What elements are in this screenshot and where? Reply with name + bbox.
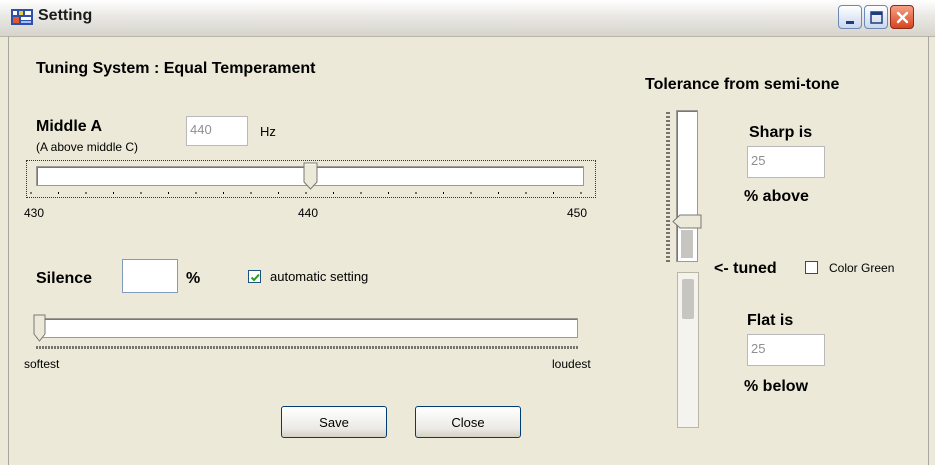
app-icon bbox=[10, 7, 34, 27]
color-green-checkbox[interactable] bbox=[805, 261, 818, 274]
middle-a-max-label: 450 bbox=[567, 206, 588, 220]
automatic-setting-label: automatic setting bbox=[270, 269, 369, 284]
flat-scroll-thumb[interactable] bbox=[682, 279, 694, 319]
flat-percent-field[interactable]: 25 bbox=[747, 334, 825, 366]
middle-a-slider-thumb[interactable] bbox=[303, 162, 319, 190]
flat-tolerance-scrollbar[interactable] bbox=[677, 272, 699, 428]
hz-unit-label: Hz bbox=[260, 124, 276, 139]
close-window-button[interactable] bbox=[890, 5, 914, 29]
middle-a-mid-label: 440 bbox=[298, 206, 319, 220]
flat-unit-label: % below bbox=[744, 378, 809, 395]
close-icon bbox=[896, 11, 909, 24]
maximize-icon bbox=[870, 11, 883, 24]
sharp-tolerance-thumb[interactable] bbox=[672, 214, 702, 230]
sharp-unit-label: % above bbox=[744, 188, 809, 205]
middle-a-hz-field[interactable]: 440 bbox=[186, 116, 248, 146]
silence-min-label: softest bbox=[24, 357, 60, 371]
silence-slider-track[interactable] bbox=[36, 318, 578, 338]
silence-label: Silence bbox=[36, 270, 93, 287]
sharp-percent-field[interactable]: 25 bbox=[747, 146, 825, 178]
title-bar[interactable]: Setting bbox=[0, 0, 935, 37]
close-button[interactable]: Close bbox=[415, 406, 521, 438]
tuned-label: <- tuned bbox=[714, 260, 777, 277]
window-title: Setting bbox=[38, 7, 93, 24]
color-green-label: Color Green bbox=[829, 261, 895, 275]
minimize-icon bbox=[846, 21, 854, 24]
sharp-is-label: Sharp is bbox=[749, 124, 813, 141]
silence-unit-label: % bbox=[186, 270, 201, 287]
maximize-button[interactable] bbox=[864, 5, 888, 29]
middle-a-min-label: 430 bbox=[24, 206, 45, 220]
flat-is-label: Flat is bbox=[747, 312, 794, 329]
tolerance-ticks bbox=[666, 112, 670, 262]
silence-field[interactable] bbox=[122, 259, 178, 293]
sharp-tolerance-fill bbox=[681, 230, 693, 258]
tolerance-title: Tolerance from semi-tone bbox=[645, 76, 840, 93]
settings-window: Setting Tuning System : Equal Temperamen… bbox=[0, 0, 935, 465]
silence-slider-thumb[interactable] bbox=[33, 314, 47, 342]
automatic-setting-checkbox[interactable] bbox=[248, 270, 261, 283]
client-area bbox=[8, 36, 929, 465]
save-button[interactable]: Save bbox=[281, 406, 387, 438]
silence-ticks bbox=[36, 346, 578, 349]
minimize-button[interactable] bbox=[838, 5, 862, 29]
middle-a-sublabel: (A above middle C) bbox=[36, 140, 139, 154]
middle-a-label: Middle A bbox=[36, 118, 103, 135]
middle-a-ticks bbox=[30, 192, 582, 194]
checkmark-icon bbox=[250, 273, 260, 282]
tuning-system-label: Tuning System : Equal Temperament bbox=[36, 60, 316, 77]
silence-max-label: loudest bbox=[552, 357, 591, 371]
